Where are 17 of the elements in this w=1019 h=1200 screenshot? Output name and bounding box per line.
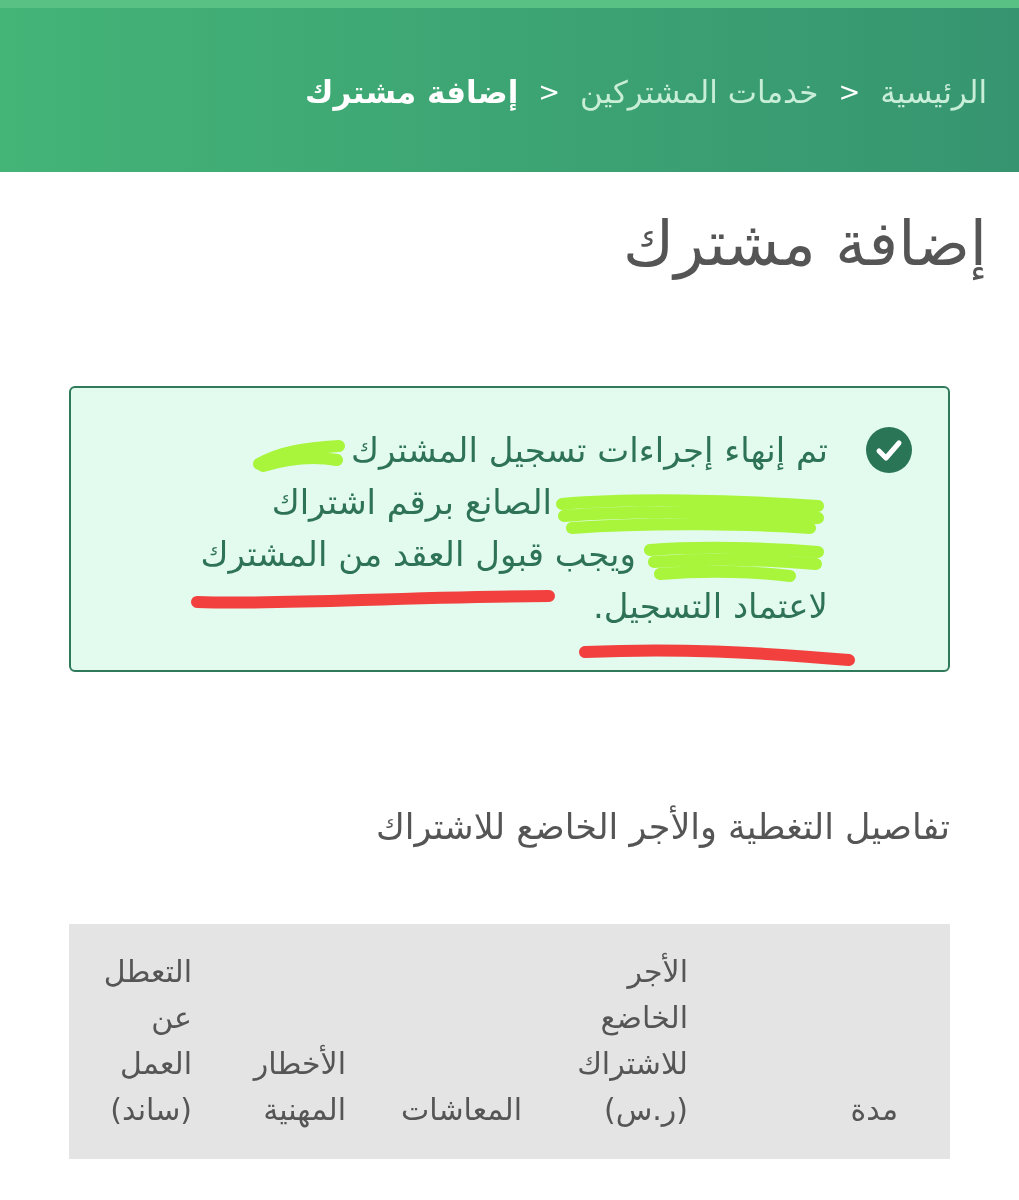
breadcrumb-link[interactable]: الرئيسية	[880, 68, 987, 116]
column-header: التعطل عن العمل (ساند)	[103, 953, 192, 1129]
message-line: تم إنهاء إجراءات تسجيل المشترك	[351, 429, 828, 472]
message-line: الصانع برقم اشتراك	[271, 481, 552, 524]
section-title: تفاصيل التغطية والأجر الخاضع للاشتراك	[375, 805, 950, 849]
breadcrumb-separator: >	[537, 75, 562, 109]
column-header: الأخطار المهنية	[253, 1044, 346, 1130]
breadcrumb-link[interactable]: خدمات المشتركين	[580, 68, 819, 116]
column-header: مدة	[850, 1091, 898, 1129]
column-header: الأجر الخاضع للاشتراك (ر.س)	[577, 952, 688, 1129]
message-line: لاعتماد التسجيل.	[592, 585, 828, 628]
page-title: إضافة مشترك	[623, 206, 987, 282]
breadcrumb-separator: >	[837, 75, 862, 109]
column-header: المعاشات	[401, 1091, 522, 1129]
check-circle-icon	[866, 427, 912, 473]
message-line: ويجب قبول العقد من المشترك	[200, 533, 636, 576]
breadcrumb-current: إضافة مشترك	[305, 72, 519, 113]
